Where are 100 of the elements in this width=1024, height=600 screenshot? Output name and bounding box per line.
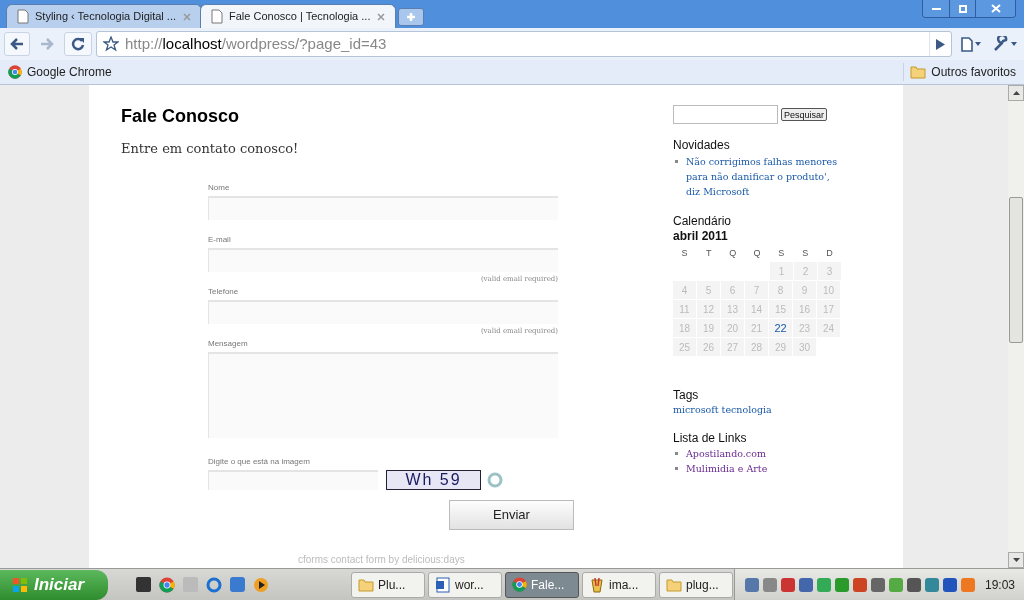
folder-icon (910, 65, 927, 79)
calendar-day: 4 (673, 281, 696, 299)
submit-button[interactable]: Enviar (449, 499, 574, 530)
windows-logo-icon (12, 576, 28, 593)
scrollbar[interactable] (1008, 85, 1024, 568)
taskbar-button[interactable]: Plu... (351, 571, 425, 598)
weekday-label: S (777, 247, 786, 261)
tray-icon[interactable] (925, 577, 939, 592)
calendar-day: 12 (697, 300, 720, 318)
address-bar[interactable]: http://localhost/wordpress/?page_id=43 (96, 31, 952, 57)
close-button[interactable] (975, 0, 1015, 17)
calendar-day: 23 (793, 319, 816, 337)
weekday-label: S (680, 247, 689, 261)
up-arrow-icon (1012, 91, 1020, 95)
page-icon (211, 9, 223, 24)
field-label: Nome (208, 182, 231, 193)
page-title: Fale Conosco (121, 105, 241, 127)
chrome-logo-icon (512, 577, 527, 592)
new-tab-button[interactable] (398, 8, 424, 26)
search-button[interactable]: Pesquisar (781, 108, 828, 121)
chrome-logo-icon (159, 576, 175, 593)
calendar-day: 21 (745, 319, 768, 337)
search-field[interactable] (673, 105, 778, 124)
widget-title: Tags (673, 388, 700, 403)
taskbar-button[interactable]: ima... (582, 571, 656, 598)
calendar-day: 3 (818, 262, 841, 280)
calendar-day[interactable]: 22 (769, 319, 792, 337)
input-field[interactable] (208, 195, 558, 220)
other-bookmarks[interactable]: Outros favoritos (903, 63, 1016, 81)
caret-icon (975, 42, 981, 46)
bookmark[interactable]: Google Chrome (8, 63, 112, 81)
field-label: Telefone (208, 286, 240, 297)
plus-icon (406, 12, 416, 22)
message-field[interactable] (208, 351, 558, 438)
tray-icon[interactable] (763, 577, 777, 592)
field-label: E-mail (208, 234, 232, 245)
intro-text: Entre em contato conosco! (121, 140, 300, 158)
down-arrow-icon (1012, 558, 1020, 562)
taskbar-button[interactable]: plug... (659, 571, 733, 598)
link-item[interactable]: Apostilando.com (686, 446, 766, 462)
news-link[interactable]: Não corrigimos falhas menores para não danificar o produto', diz Microsoft (686, 154, 843, 199)
calendar-day: 24 (817, 319, 840, 337)
weekday-label: Q (752, 247, 762, 261)
reload-icon (71, 37, 85, 51)
restore-button[interactable] (949, 0, 975, 17)
calendar-day: 18 (673, 319, 696, 337)
tag-links[interactable]: microsoft tecnologia (673, 403, 843, 418)
tab-title: Fale Conosco | Tecnologia ... (229, 9, 371, 25)
calendar-day: 13 (721, 300, 744, 318)
reload-button[interactable] (64, 32, 92, 56)
scrollbar-thumb[interactable] (1009, 197, 1023, 343)
footer-credit: cforms contact form by delicious:days (298, 552, 466, 567)
quick-launch-icon[interactable] (230, 577, 245, 592)
folder-icon (666, 577, 682, 592)
close-icon[interactable] (183, 12, 191, 21)
chrome-logo-icon (8, 65, 22, 79)
minimize-button[interactable] (923, 0, 949, 17)
browser-tab[interactable]: Styling ‹ Tecnologia Digital ... (6, 4, 202, 28)
captcha-image: Wh 59 (386, 469, 481, 490)
calendar-day: 28 (745, 338, 768, 356)
close-icon[interactable] (377, 12, 385, 21)
taskbar-button[interactable]: wor... (428, 571, 502, 598)
tray-icon[interactable] (745, 577, 759, 592)
clock: 19:03 (985, 576, 1016, 594)
play-icon (936, 38, 945, 50)
browser-tab[interactable]: Fale Conosco | Tecnologia ... (200, 4, 396, 28)
calendar-day: 14 (745, 300, 768, 318)
tray-icon[interactable] (799, 577, 813, 592)
close-icon (990, 4, 1001, 13)
tray-icon[interactable] (853, 577, 867, 592)
tray-icon[interactable] (835, 577, 849, 592)
folder-icon (358, 577, 374, 592)
wrench-icon (993, 36, 1009, 52)
taskbar-button[interactable]: Fale... (505, 571, 579, 598)
field-label: Mensagem (208, 338, 249, 349)
widget-title: Novidades (673, 138, 731, 152)
tab-title: Styling ‹ Tecnologia Digital ... (35, 9, 177, 25)
widget-title: Lista de Links (673, 431, 748, 447)
url-text: http://localhost/wordpress/?page_id=43 (125, 33, 387, 54)
calendar-month: abril 2011 (673, 229, 729, 243)
back-button[interactable] (4, 32, 30, 56)
caret-icon (1011, 42, 1017, 46)
media-player-icon[interactable] (253, 576, 269, 593)
tray-icon[interactable] (907, 577, 921, 592)
link-item[interactable]: Mulimidia e Arte (686, 461, 768, 477)
weekday-label: S (801, 247, 810, 261)
widget-title: Calendário (673, 214, 733, 229)
input-field[interactable] (208, 247, 558, 272)
quick-launch-icon[interactable] (136, 577, 151, 592)
forward-arrow-icon (40, 38, 54, 50)
field-label: Digite o que está na imagem (208, 456, 311, 467)
input-field[interactable] (208, 299, 558, 324)
page-icon (17, 9, 29, 24)
tray-icon[interactable] (871, 577, 885, 592)
tray-icon[interactable] (781, 577, 795, 592)
tray-icon[interactable] (943, 577, 957, 592)
document-icon (435, 576, 451, 593)
captcha-field[interactable] (208, 469, 378, 490)
star-icon[interactable] (103, 36, 119, 52)
weekday-label: Q (728, 247, 738, 261)
